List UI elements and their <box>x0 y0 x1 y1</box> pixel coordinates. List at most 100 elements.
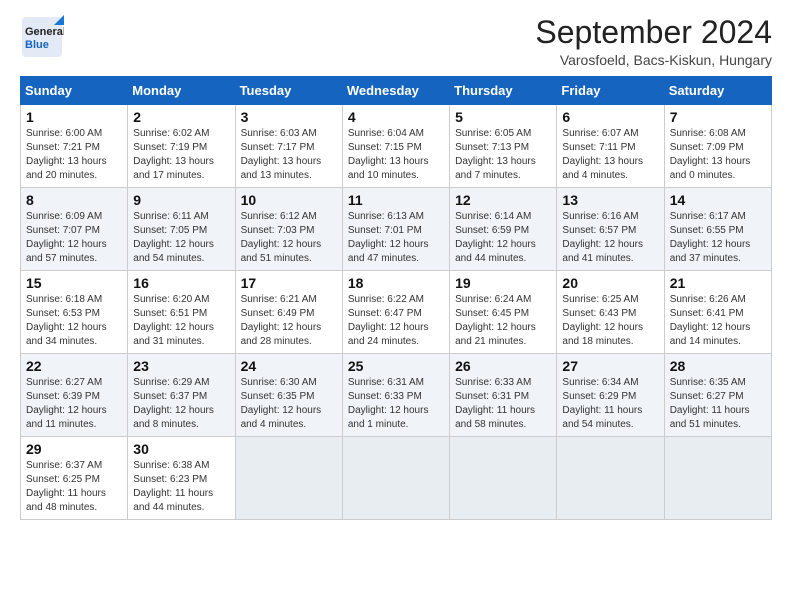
day-info: Sunrise: 6:31 AM Sunset: 6:33 PM Dayligh… <box>348 376 444 432</box>
logo: General Blue <box>20 15 64 59</box>
weekday-header-tuesday: Tuesday <box>235 77 342 105</box>
calendar-cell <box>557 437 664 520</box>
calendar-week-3: 15Sunrise: 6:18 AM Sunset: 6:53 PM Dayli… <box>21 271 772 354</box>
day-number: 26 <box>455 358 551 374</box>
calendar-cell: 9 Sunrise: 6:11 AM Sunset: 7:05 PM Daylig… <box>128 188 235 271</box>
day-number: 23 <box>133 358 229 374</box>
day-number: 4 <box>348 109 444 125</box>
calendar-cell: 20 Sunrise: 6:25 AM Sunset: 6:43 PM Dayli… <box>557 271 664 354</box>
day-info: Sunrise: 6:26 AM Sunset: 6:41 PM Dayligh… <box>670 293 766 349</box>
calendar-cell: 8 Sunrise: 6:09 AM Sunset: 7:07 PM Daylig… <box>21 188 128 271</box>
day-number: 18 <box>348 275 444 291</box>
day-info: Sunrise: 6:12 AM Sunset: 7:03 PM Dayligh… <box>241 210 337 266</box>
day-number: 29 <box>26 441 122 457</box>
day-number: 17 <box>241 275 337 291</box>
day-number: 25 <box>348 358 444 374</box>
day-info: Sunrise: 6:29 AM Sunset: 6:37 PM Dayligh… <box>133 376 229 432</box>
day-info: Sunrise: 6:07 AM Sunset: 7:11 PM Dayligh… <box>562 127 658 183</box>
day-info: Sunrise: 6:22 AM Sunset: 6:47 PM Dayligh… <box>348 293 444 349</box>
day-info: Sunrise: 6:09 AM Sunset: 7:07 PM Dayligh… <box>26 210 122 266</box>
day-number: 1 <box>26 109 122 125</box>
day-info: Sunrise: 6:38 AM Sunset: 6:23 PM Dayligh… <box>133 459 229 515</box>
calendar-cell: 19 Sunrise: 6:24 AM Sunset: 6:45 PM Dayli… <box>450 271 557 354</box>
day-number: 8 <box>26 192 122 208</box>
weekday-header-monday: Monday <box>128 77 235 105</box>
day-number: 28 <box>670 358 766 374</box>
calendar-cell: 13 Sunrise: 6:16 AM Sunset: 6:57 PM Dayli… <box>557 188 664 271</box>
svg-text:Blue: Blue <box>25 39 49 51</box>
calendar-cell <box>235 437 342 520</box>
day-info: Sunrise: 6:24 AM Sunset: 6:45 PM Dayligh… <box>455 293 551 349</box>
calendar-week-2: 8 Sunrise: 6:09 AM Sunset: 7:07 PM Daylig… <box>21 188 772 271</box>
weekday-header-friday: Friday <box>557 77 664 105</box>
day-number: 21 <box>670 275 766 291</box>
calendar-week-1: 1 Sunrise: 6:00 AM Sunset: 7:21 PM Daylig… <box>21 105 772 188</box>
calendar-cell: 7Sunrise: 6:08 AM Sunset: 7:09 PM Daylig… <box>664 105 771 188</box>
calendar-cell: 24 Sunrise: 6:30 AM Sunset: 6:35 PM Dayli… <box>235 354 342 437</box>
day-info: Sunrise: 6:16 AM Sunset: 6:57 PM Dayligh… <box>562 210 658 266</box>
page: General Blue September 2024 Varosfoeld, … <box>0 0 792 612</box>
day-number: 14 <box>670 192 766 208</box>
calendar-cell: 2 Sunrise: 6:02 AM Sunset: 7:19 PM Daylig… <box>128 105 235 188</box>
calendar-cell <box>664 437 771 520</box>
calendar-cell: 6 Sunrise: 6:07 AM Sunset: 7:11 PM Daylig… <box>557 105 664 188</box>
calendar-cell: 29 Sunrise: 6:37 AM Sunset: 6:25 PM Dayli… <box>21 437 128 520</box>
calendar-cell: 4Sunrise: 6:04 AM Sunset: 7:15 PM Daylig… <box>342 105 449 188</box>
weekday-header-thursday: Thursday <box>450 77 557 105</box>
header: General Blue September 2024 Varosfoeld, … <box>20 15 772 68</box>
day-number: 6 <box>562 109 658 125</box>
location: Varosfoeld, Bacs-Kiskun, Hungary <box>535 52 772 68</box>
calendar-cell: 3 Sunrise: 6:03 AM Sunset: 7:17 PM Daylig… <box>235 105 342 188</box>
day-number: 5 <box>455 109 551 125</box>
calendar-header: SundayMondayTuesdayWednesdayThursdayFrid… <box>21 77 772 105</box>
weekday-header-saturday: Saturday <box>664 77 771 105</box>
day-info: Sunrise: 6:27 AM Sunset: 6:39 PM Dayligh… <box>26 376 122 432</box>
day-info: Sunrise: 6:02 AM Sunset: 7:19 PM Dayligh… <box>133 127 229 183</box>
calendar-cell: 1 Sunrise: 6:00 AM Sunset: 7:21 PM Daylig… <box>21 105 128 188</box>
calendar-cell: 27 Sunrise: 6:34 AM Sunset: 6:29 PM Dayli… <box>557 354 664 437</box>
calendar-cell: 22 Sunrise: 6:27 AM Sunset: 6:39 PM Dayli… <box>21 354 128 437</box>
day-number: 3 <box>241 109 337 125</box>
day-number: 22 <box>26 358 122 374</box>
day-info: Sunrise: 6:35 AM Sunset: 6:27 PM Dayligh… <box>670 376 766 432</box>
day-number: 20 <box>562 275 658 291</box>
day-info: Sunrise: 6:20 AM Sunset: 6:51 PM Dayligh… <box>133 293 229 349</box>
calendar-cell: 15Sunrise: 6:18 AM Sunset: 6:53 PM Dayli… <box>21 271 128 354</box>
calendar-cell: 26Sunrise: 6:33 AM Sunset: 6:31 PM Dayli… <box>450 354 557 437</box>
day-info: Sunrise: 6:11 AM Sunset: 7:05 PM Dayligh… <box>133 210 229 266</box>
weekday-header-wednesday: Wednesday <box>342 77 449 105</box>
day-number: 9 <box>133 192 229 208</box>
day-number: 11 <box>348 192 444 208</box>
day-number: 7 <box>670 109 766 125</box>
day-info: Sunrise: 6:25 AM Sunset: 6:43 PM Dayligh… <box>562 293 658 349</box>
weekday-header-row: SundayMondayTuesdayWednesdayThursdayFrid… <box>21 77 772 105</box>
day-info: Sunrise: 6:30 AM Sunset: 6:35 PM Dayligh… <box>241 376 337 432</box>
day-info: Sunrise: 6:18 AM Sunset: 6:53 PM Dayligh… <box>26 293 122 349</box>
calendar-cell <box>450 437 557 520</box>
calendar-cell: 11 Sunrise: 6:13 AM Sunset: 7:01 PM Dayli… <box>342 188 449 271</box>
day-info: Sunrise: 6:17 AM Sunset: 6:55 PM Dayligh… <box>670 210 766 266</box>
day-info: Sunrise: 6:34 AM Sunset: 6:29 PM Dayligh… <box>562 376 658 432</box>
day-info: Sunrise: 6:05 AM Sunset: 7:13 PM Dayligh… <box>455 127 551 183</box>
day-info: Sunrise: 6:37 AM Sunset: 6:25 PM Dayligh… <box>26 459 122 515</box>
day-info: Sunrise: 6:03 AM Sunset: 7:17 PM Dayligh… <box>241 127 337 183</box>
day-number: 24 <box>241 358 337 374</box>
calendar-cell: 14 Sunrise: 6:17 AM Sunset: 6:55 PM Dayli… <box>664 188 771 271</box>
day-number: 30 <box>133 441 229 457</box>
calendar-cell: 10Sunrise: 6:12 AM Sunset: 7:03 PM Dayli… <box>235 188 342 271</box>
month-title: September 2024 <box>535 15 772 50</box>
day-info: Sunrise: 6:13 AM Sunset: 7:01 PM Dayligh… <box>348 210 444 266</box>
day-info: Sunrise: 6:00 AM Sunset: 7:21 PM Dayligh… <box>26 127 122 183</box>
calendar-cell: 30 Sunrise: 6:38 AM Sunset: 6:23 PM Dayli… <box>128 437 235 520</box>
calendar-cell: 18 Sunrise: 6:22 AM Sunset: 6:47 PM Dayli… <box>342 271 449 354</box>
day-number: 19 <box>455 275 551 291</box>
calendar-table: SundayMondayTuesdayWednesdayThursdayFrid… <box>20 76 772 520</box>
day-number: 2 <box>133 109 229 125</box>
calendar-week-5: 29 Sunrise: 6:37 AM Sunset: 6:25 PM Dayli… <box>21 437 772 520</box>
logo-icon: General Blue <box>20 15 64 59</box>
day-number: 13 <box>562 192 658 208</box>
calendar-cell: 16Sunrise: 6:20 AM Sunset: 6:51 PM Dayli… <box>128 271 235 354</box>
calendar-body: 1 Sunrise: 6:00 AM Sunset: 7:21 PM Daylig… <box>21 105 772 520</box>
day-number: 27 <box>562 358 658 374</box>
day-info: Sunrise: 6:14 AM Sunset: 6:59 PM Dayligh… <box>455 210 551 266</box>
